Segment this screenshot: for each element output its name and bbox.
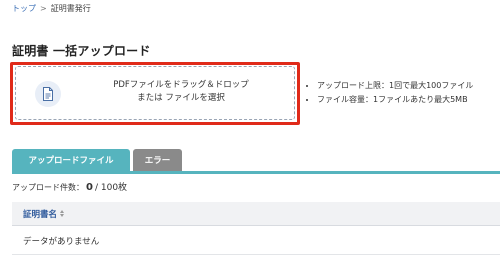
breadcrumb-current: 証明書発行 (50, 4, 91, 13)
note-upload-limit: アップロード上限：1回で最大100ファイル (317, 79, 473, 93)
upload-count-label: アップロード件数： (12, 183, 84, 192)
breadcrumb-top-link[interactable]: トップ (12, 3, 36, 14)
column-header-certificate-name[interactable]: 証明書名 (23, 208, 57, 220)
dropzone-line-drag: PDFファイルをドラッグ＆ドロップ (113, 80, 249, 90)
upload-notes: アップロード上限：1回で最大100ファイル ファイル容量：1ファイルあたり最大5… (307, 79, 473, 107)
table-empty-row: データがありません (12, 227, 500, 255)
page: トップ > 証明書発行 証明書 一括アップロード PDFファイルをドラッグ＆ドロ… (0, 0, 500, 275)
dropzone-line-select[interactable]: または ファイルを選択 (76, 92, 286, 105)
upload-count-value: 0 (86, 182, 93, 193)
note-file-size: ファイル容量：1ファイルあたり最大5MB (317, 93, 473, 107)
pdf-file-icon (35, 81, 61, 107)
dropzone-instructions: PDFファイルをドラッグ＆ドロップ または ファイルを選択 (76, 79, 286, 105)
page-title: 証明書 一括アップロード (12, 44, 151, 58)
table-header-row: 証明書名 (12, 202, 500, 226)
tab-bar: アップロードファイル エラー (12, 149, 182, 171)
upload-count: アップロード件数： 0 / 100枚 (12, 180, 127, 193)
breadcrumb: トップ > 証明書発行 (12, 3, 91, 14)
sort-icon[interactable] (60, 210, 65, 217)
file-dropzone[interactable]: PDFファイルをドラッグ＆ドロップ または ファイルを選択 (15, 66, 295, 120)
tab-underline (12, 171, 500, 174)
tab-upload-files[interactable]: アップロードファイル (12, 149, 130, 171)
breadcrumb-separator: > (40, 4, 47, 13)
upload-count-total: / 100枚 (94, 183, 128, 193)
tab-errors[interactable]: エラー (133, 149, 182, 171)
